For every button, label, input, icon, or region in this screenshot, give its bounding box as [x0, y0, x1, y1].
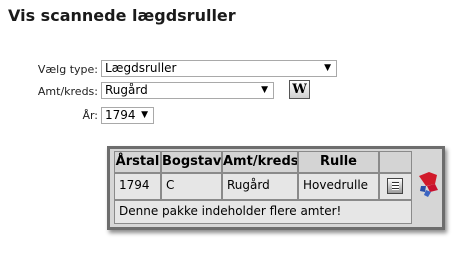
page-title: Vis scannede lægdsruller — [8, 6, 236, 25]
type-select-value: Lægdsruller — [105, 61, 177, 75]
document-notes-icon[interactable] — [387, 178, 403, 194]
header-year: Årstal — [114, 151, 161, 173]
wikipedia-button[interactable]: W — [289, 80, 310, 99]
header-district: Amt/kreds — [222, 151, 298, 173]
type-label: Vælg type: — [37, 63, 98, 76]
type-select[interactable]: Lægdsruller ▼ — [101, 60, 337, 77]
district-select-value: Rugård — [105, 83, 148, 97]
cell-year: 1794 — [114, 173, 161, 200]
header-letter: Bogstav — [161, 151, 222, 173]
cell-letter: C — [161, 173, 222, 200]
district-label: Amt/kreds: — [37, 85, 98, 98]
year-select[interactable]: 1794 ▼ — [101, 107, 154, 124]
district-select[interactable]: Rugård ▼ — [101, 82, 274, 99]
chevron-down-icon: ▼ — [141, 110, 148, 120]
cell-district: Rugård — [222, 173, 298, 200]
chevron-down-icon: ▼ — [261, 85, 268, 95]
map-puzzle-icon[interactable] — [414, 152, 442, 200]
header-blank — [379, 151, 412, 173]
year-select-value: 1794 — [105, 108, 136, 122]
results-table: Årstal Bogstav Amt/kreds Rulle 1794 C Ru… — [107, 146, 445, 230]
chevron-down-icon: ▼ — [324, 63, 331, 73]
cell-notes — [379, 173, 412, 200]
year-label: År: — [82, 109, 98, 122]
package-note: Denne pakke indeholder flere amter! — [114, 200, 412, 224]
cell-roll: Hovedrulle — [298, 173, 379, 200]
wikipedia-icon: W — [292, 82, 307, 97]
header-roll: Rulle — [298, 151, 379, 173]
page: Vis scannede lægdsruller Vælg type: Lægd… — [0, 0, 469, 259]
